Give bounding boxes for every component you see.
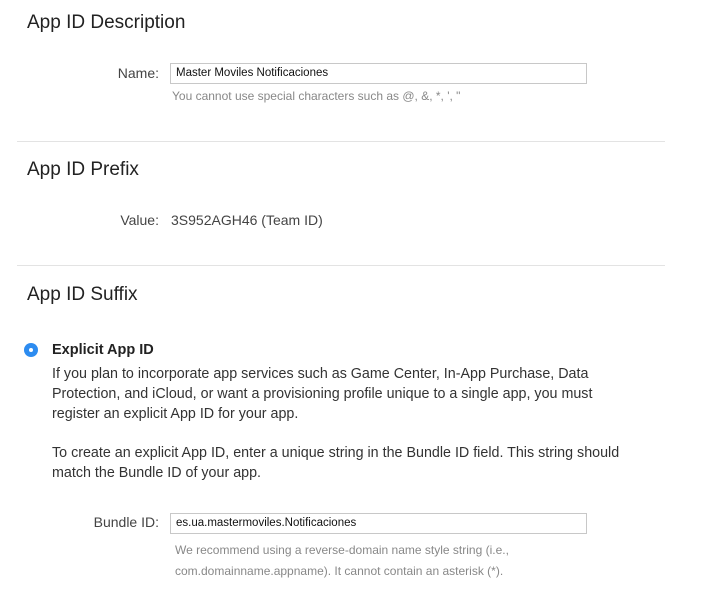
explicit-description: If you plan to incorporate app services …: [52, 366, 593, 422]
name-input[interactable]: Master Moviles Notificaciones: [170, 63, 587, 84]
divider: [17, 265, 665, 266]
explicit-app-id-label[interactable]: Explicit App ID: [52, 342, 154, 358]
name-label: Name:: [117, 65, 159, 81]
name-hint: You cannot use special characters such a…: [172, 89, 461, 103]
value-label: Value:: [120, 212, 159, 228]
app-id-suffix-heading: App ID Suffix: [27, 284, 138, 305]
app-id-description-heading: App ID Description: [27, 12, 186, 33]
explicit-instructions: To create an explicit App ID, enter a un…: [52, 445, 620, 481]
app-id-prefix-heading: App ID Prefix: [27, 159, 139, 180]
bundle-id-label: Bundle ID:: [93, 514, 159, 530]
prefix-value: 3S952AGH46 (Team ID): [171, 212, 323, 228]
explicit-app-id-radio[interactable]: [24, 343, 38, 357]
divider: [17, 141, 665, 142]
bundle-id-hint: We recommend using a reverse-domain name…: [175, 543, 509, 578]
bundle-id-input[interactable]: es.ua.mastermoviles.Notificaciones: [170, 513, 587, 534]
